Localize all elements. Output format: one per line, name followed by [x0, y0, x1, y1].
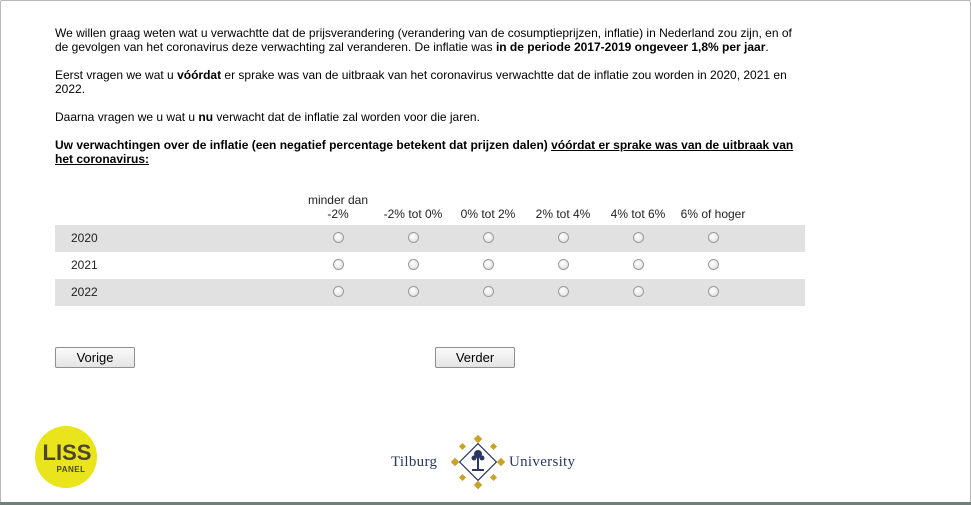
liss-logo-subtext: PANEL: [56, 465, 85, 474]
p2-text-a: Eerst vragen we wat u: [55, 68, 178, 82]
column-header: 2% tot 4%: [535, 207, 591, 221]
question-title: Uw verwachtingen over de inflatie (een n…: [55, 138, 805, 166]
intro-paragraph-3: Daarna vragen we u wat u nu verwacht dat…: [55, 110, 805, 124]
grid-row-2022: 2022: [55, 279, 805, 306]
radio-2020-col3[interactable]: [483, 232, 494, 243]
tilburg-wordmark-right: University: [509, 454, 576, 470]
radio-2020-col5[interactable]: [633, 232, 644, 243]
intro-bold: in de periode 2017-2019 ongeveer 1,8% pe…: [495, 40, 766, 54]
p3-bold: nu: [198, 110, 214, 124]
next-button[interactable]: Verder: [435, 347, 515, 368]
grid-row-2021: 2021: [55, 252, 805, 279]
radio-2022-col3[interactable]: [483, 286, 494, 297]
column-header: minder dan -2%: [307, 193, 369, 221]
row-label: 2020: [71, 231, 98, 245]
radio-2020-col6[interactable]: [708, 232, 719, 243]
answer-grid: minder dan -2% -2% tot 0% 0% tot 2% 2% t…: [55, 193, 805, 306]
column-header: 6% of hoger: [680, 207, 746, 221]
radio-2021-col4[interactable]: [558, 259, 569, 270]
column-header: 0% tot 2%: [460, 207, 516, 221]
row-label: 2022: [71, 285, 98, 299]
radio-2020-col2[interactable]: [408, 232, 419, 243]
radio-2020-col4[interactable]: [558, 232, 569, 243]
intro-paragraph-2: Eerst vragen we wat u vóórdat er sprake …: [55, 68, 805, 96]
radio-2022-col6[interactable]: [708, 286, 719, 297]
grid-row-2020: 2020: [55, 225, 805, 252]
radio-2021-col2[interactable]: [408, 259, 419, 270]
p2-bold: vóórdat: [177, 68, 222, 82]
p3-text-a: Daarna vragen we u wat u: [55, 110, 199, 124]
previous-button[interactable]: Vorige: [55, 347, 135, 368]
column-header: 4% tot 6%: [610, 207, 666, 221]
column-header: -2% tot 0%: [383, 207, 443, 221]
intro-paragraph-1: We willen graag weten wat u verwachtte d…: [55, 26, 805, 54]
radio-2022-col5[interactable]: [633, 286, 644, 297]
radio-2022-col1[interactable]: [333, 286, 344, 297]
row-label: 2021: [71, 258, 98, 272]
grid-header: minder dan -2% -2% tot 0% 0% tot 2% 2% t…: [55, 193, 805, 225]
radio-2021-col3[interactable]: [483, 259, 494, 270]
radio-2021-col5[interactable]: [633, 259, 644, 270]
survey-content: We willen graag weten wat u verwachtte d…: [55, 26, 805, 180]
radio-2022-col4[interactable]: [558, 286, 569, 297]
question-text: Uw verwachtingen over de inflatie (een n…: [55, 138, 552, 152]
liss-logo-text: LISS: [43, 440, 92, 465]
radio-2022-col2[interactable]: [408, 286, 419, 297]
liss-panel-logo: LISS PANEL: [35, 426, 97, 488]
p3-text-b: verwacht dat de inflatie zal worden voor…: [213, 110, 480, 124]
radio-2020-col1[interactable]: [333, 232, 344, 243]
radio-2021-col1[interactable]: [333, 259, 344, 270]
intro-end: .: [765, 40, 769, 54]
radio-2021-col6[interactable]: [708, 259, 719, 270]
